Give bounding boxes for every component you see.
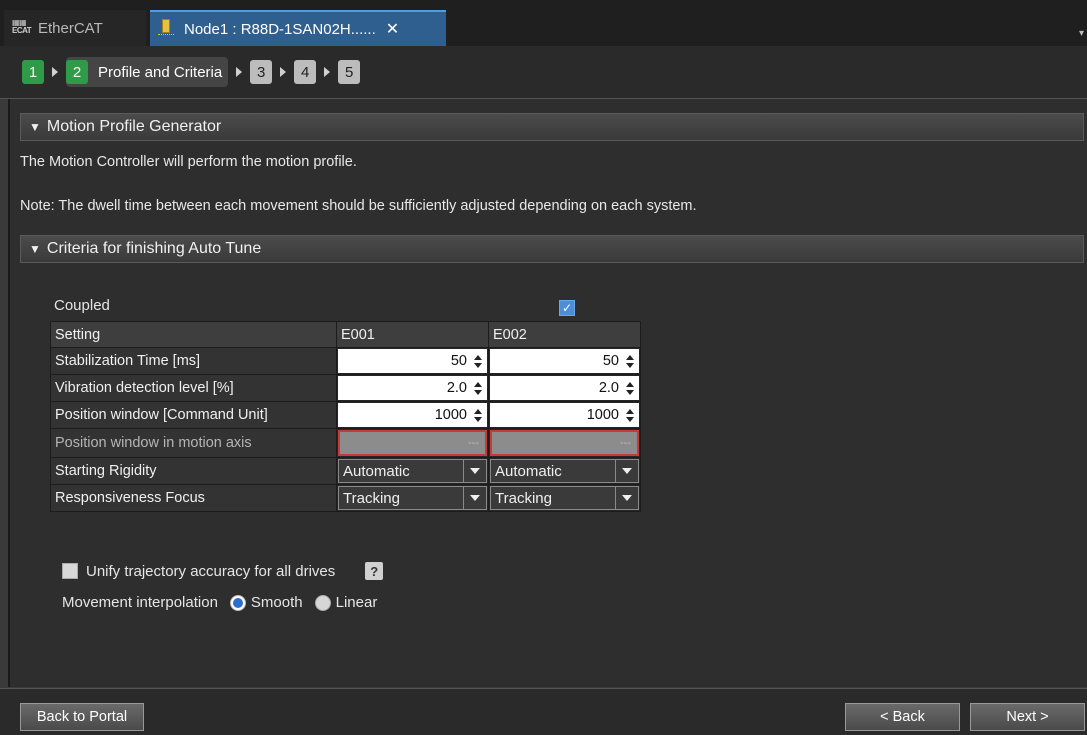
movement-interpolation-label: Movement interpolation xyxy=(62,594,218,611)
dropdown-arrow-icon[interactable] xyxy=(615,487,638,509)
step-arrow-icon xyxy=(280,67,287,77)
spin-arrows-icon[interactable] xyxy=(625,405,635,425)
motion-axis-window-e002-field: --- xyxy=(490,430,639,456)
radio-smooth[interactable]: Smooth xyxy=(229,594,303,611)
starting-rigidity-e001-select[interactable]: Automatic xyxy=(338,459,487,483)
ecat-icon: ▦▦ ECAT xyxy=(12,18,32,35)
motion-profile-header[interactable]: ▼ Motion Profile Generator xyxy=(20,113,1084,141)
radio-linear[interactable]: Linear xyxy=(314,594,378,611)
back-to-portal-button[interactable]: Back to Portal xyxy=(20,703,144,731)
footer-bar: Back to Portal < Back Next > xyxy=(0,688,1087,735)
tab-ethercat[interactable]: ▦▦ ECAT EtherCAT xyxy=(4,10,146,46)
tab-node1[interactable]: Node1 : R88D-1SAN02H...... ✕ xyxy=(150,10,446,46)
spin-arrows-icon[interactable] xyxy=(473,378,483,398)
step-2-active[interactable]: 2 Profile and Criteria xyxy=(66,57,229,87)
criteria-header[interactable]: ▼ Criteria for finishing Auto Tune xyxy=(20,235,1084,263)
movement-interpolation-row: Movement interpolation Smooth Linear xyxy=(62,594,377,611)
motion-info-text: The Motion Controller will perform the m… xyxy=(20,154,357,170)
tab-menu-icon[interactable]: ▾ xyxy=(1079,28,1087,39)
table-row: Position window in motion axis --- --- xyxy=(50,428,641,458)
dwell-note-text: Note: The dwell time between each moveme… xyxy=(20,198,697,214)
column-header: E002 xyxy=(488,321,641,348)
responsiveness-e001-select[interactable]: Tracking xyxy=(338,486,487,510)
app-window: ▦▦ ECAT EtherCAT Node1 : R88D-1SAN02H....… xyxy=(0,0,1087,735)
radio-selected-icon[interactable] xyxy=(229,594,246,611)
step-1[interactable]: 1 xyxy=(22,60,44,84)
column-header: E001 xyxy=(336,321,489,348)
step-arrow-icon xyxy=(324,67,331,77)
row-label: Position window [Command Unit] xyxy=(50,401,337,429)
unify-trajectory-row: Unify trajectory accuracy for all drives… xyxy=(62,562,384,580)
dropdown-arrow-icon[interactable] xyxy=(463,487,486,509)
starting-rigidity-e002-select[interactable]: Automatic xyxy=(490,459,639,483)
step-5[interactable]: 5 xyxy=(338,60,361,84)
node-icon xyxy=(158,19,174,39)
unify-trajectory-label: Unify trajectory accuracy for all drives xyxy=(86,562,336,580)
section-title: Criteria for finishing Auto Tune xyxy=(46,240,262,257)
radio-label: Linear xyxy=(335,594,378,611)
dropdown-arrow-icon[interactable] xyxy=(463,460,486,482)
main-content: ▼ Motion Profile Generator The Motion Co… xyxy=(8,99,1087,687)
step-2: 2 xyxy=(66,60,88,84)
table-header-row: Setting E001 E002 xyxy=(50,321,641,348)
vibration-level-e001-input[interactable]: 2.0 xyxy=(338,376,487,400)
step-arrow-icon xyxy=(52,67,58,77)
table-row: Starting Rigidity Automatic Automatic xyxy=(50,457,641,485)
wizard-step-bar: 1 2 Profile and Criteria 3 4 5 xyxy=(0,46,1087,99)
tab-label: Node1 : R88D-1SAN02H...... xyxy=(184,20,376,38)
position-window-e001-input[interactable]: 1000 xyxy=(338,403,487,427)
spin-arrows-icon[interactable] xyxy=(473,351,483,371)
radio-label: Smooth xyxy=(250,594,303,611)
dropdown-arrow-icon[interactable] xyxy=(615,460,638,482)
table-row: Stabilization Time [ms] 50 50 xyxy=(50,347,641,375)
vibration-level-e002-input[interactable]: 2.0 xyxy=(490,376,639,400)
table-row: Position window [Command Unit] 1000 1000 xyxy=(50,401,641,429)
spin-arrows-icon[interactable] xyxy=(625,378,635,398)
position-window-e002-input[interactable]: 1000 xyxy=(490,403,639,427)
stabilization-time-e002-input[interactable]: 50 xyxy=(490,349,639,373)
step-4[interactable]: 4 xyxy=(294,60,317,84)
motion-axis-window-e001-field: --- xyxy=(338,430,487,456)
section-title: Motion Profile Generator xyxy=(46,118,222,135)
close-icon[interactable]: ✕ xyxy=(386,19,399,39)
collapse-triangle-icon: ▼ xyxy=(29,242,41,256)
row-label: Starting Rigidity xyxy=(50,457,337,485)
column-header: Setting xyxy=(50,321,337,348)
unify-trajectory-checkbox[interactable] xyxy=(62,563,78,579)
radio-unselected-icon[interactable] xyxy=(314,594,331,611)
step-2-label: Profile and Criteria xyxy=(98,63,223,81)
row-label: Vibration detection level [%] xyxy=(50,374,337,402)
stabilization-time-e001-input[interactable]: 50 xyxy=(338,349,487,373)
back-button[interactable]: < Back xyxy=(845,703,960,731)
table-row: Vibration detection level [%] 2.0 2.0 xyxy=(50,374,641,402)
collapse-triangle-icon: ▼ xyxy=(29,120,41,134)
table-row: Responsiveness Focus Tracking Tracking xyxy=(50,484,641,512)
spin-arrows-icon[interactable] xyxy=(625,351,635,371)
coupled-checkbox[interactable]: ✓ xyxy=(559,300,575,316)
tab-label: EtherCAT xyxy=(38,19,103,37)
row-label: Position window in motion axis xyxy=(50,428,337,458)
next-button[interactable]: Next > xyxy=(970,703,1085,731)
row-label: Responsiveness Focus xyxy=(50,484,337,512)
step-arrow-icon xyxy=(236,67,243,77)
coupled-label: Coupled xyxy=(54,297,110,314)
criteria-table: Setting E001 E002 Stabilization Time [ms… xyxy=(50,321,641,512)
spin-arrows-icon[interactable] xyxy=(473,405,483,425)
tab-bar: ▦▦ ECAT EtherCAT Node1 : R88D-1SAN02H....… xyxy=(0,0,1087,46)
row-label: Stabilization Time [ms] xyxy=(50,347,337,375)
step-3[interactable]: 3 xyxy=(250,60,273,84)
responsiveness-e002-select[interactable]: Tracking xyxy=(490,486,639,510)
help-icon[interactable]: ? xyxy=(365,562,384,580)
